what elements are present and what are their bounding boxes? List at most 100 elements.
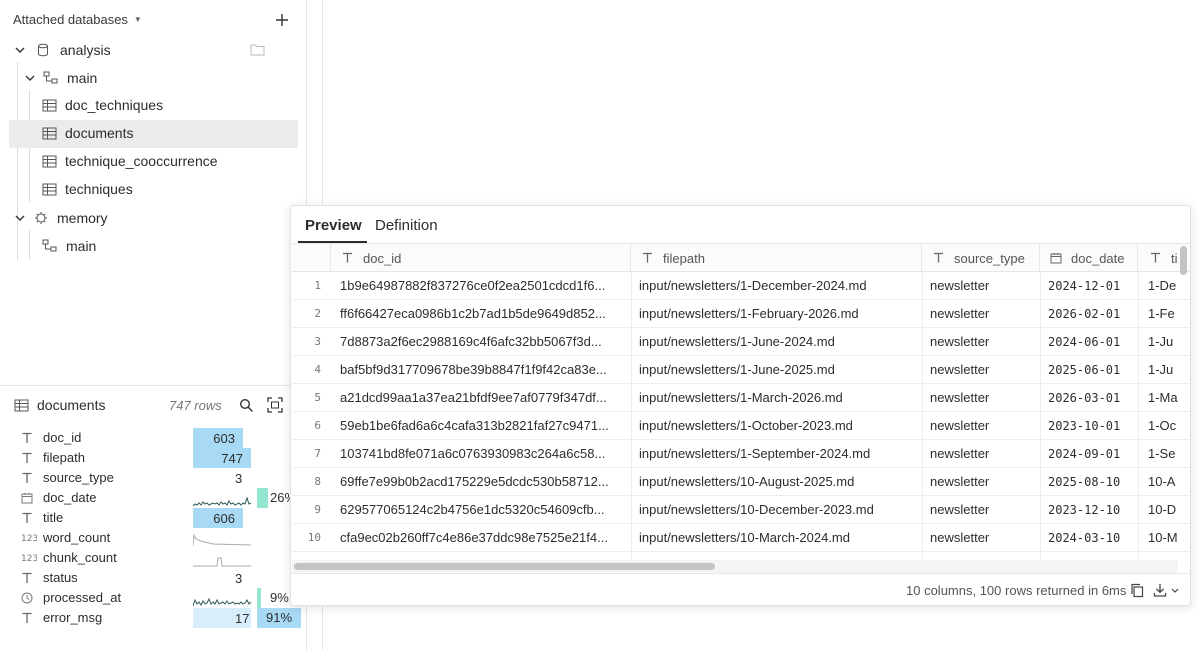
tree-item-analysis[interactable]: analysis	[14, 37, 294, 63]
column-header-filepath[interactable]: filepath	[631, 244, 922, 272]
chevron-down-icon	[15, 47, 25, 53]
table-cell[interactable]: 2023-12-10	[1048, 496, 1138, 524]
summary-column-row[interactable]: processed_at 9%	[21, 588, 311, 608]
tree-item-techniques[interactable]: techniques	[42, 176, 133, 202]
tab-definition[interactable]: Definition	[375, 217, 438, 234]
tree-item-doc-techniques[interactable]: doc_techniques	[42, 92, 163, 118]
summary-column-row[interactable]: 123 chunk_count	[21, 548, 311, 568]
horizontal-scrollbar-thumb[interactable]	[294, 563, 715, 570]
table-row[interactable]: 9 629577065124c2b4756e1dc5320c54609cfb...…	[292, 496, 1190, 524]
summary-column-row[interactable]: doc_date 26%	[21, 488, 311, 508]
table-cell[interactable]: 1-De	[1148, 272, 1188, 300]
attached-databases-header[interactable]: Attached databases ▼	[13, 12, 142, 27]
table-cell[interactable]: baf5bf9d317709678be39b8847f1f9f42ca83e..…	[340, 356, 630, 384]
tree-item-main[interactable]: main	[24, 65, 97, 91]
table-cell[interactable]: newsletter	[930, 440, 1040, 468]
table-cell[interactable]: 69ffe7e99b0b2acd175229e5dcdc530b58712...	[340, 468, 630, 496]
table-cell[interactable]: newsletter	[930, 328, 1040, 356]
table-cell[interactable]: 2024-06-01	[1048, 328, 1138, 356]
table-cell[interactable]: 2025-06-01	[1048, 356, 1138, 384]
table-cell[interactable]: 2024-03-10	[1048, 524, 1138, 552]
table-cell[interactable]: 2024-09-01	[1048, 440, 1138, 468]
distribution-sparkline	[193, 533, 251, 547]
table-cell[interactable]: input/newsletters/10-August-2025.md	[639, 468, 924, 496]
download-icon[interactable]	[1153, 583, 1179, 598]
summary-column-row[interactable]: source_type 3	[21, 468, 311, 488]
table-row[interactable]: 1 1b9e64987882f837276ce0f2ea2501cdcd1f6..…	[292, 272, 1190, 300]
table-cell[interactable]: newsletter	[930, 412, 1040, 440]
focus-view-icon[interactable]	[267, 397, 283, 413]
table-cell[interactable]: 2024-12-01	[1048, 272, 1138, 300]
table-row[interactable]: 2 ff6f66427eca0986b1c2b7ad1b5de9649d852..…	[292, 300, 1190, 328]
table-cell[interactable]: 10-A	[1148, 468, 1188, 496]
search-icon[interactable]	[239, 398, 254, 413]
svg-text:123: 123	[21, 534, 37, 542]
table-cell[interactable]: input/newsletters/10-December-2023.md	[639, 496, 924, 524]
table-cell[interactable]: newsletter	[930, 356, 1040, 384]
tree-item-memory-main[interactable]: main	[42, 233, 96, 259]
table-row[interactable]: 3 7d8873a2f6ec2988169c4f6afc32bb5067f3d..…	[292, 328, 1190, 356]
table-cell[interactable]: 2025-08-10	[1048, 468, 1138, 496]
table-cell[interactable]: 2023-10-01	[1048, 412, 1138, 440]
summary-column-row[interactable]: 123 word_count	[21, 528, 311, 548]
table-row[interactable]: 4 baf5bf9d317709678be39b8847f1f9f42ca83e.…	[292, 356, 1190, 384]
summary-column-row[interactable]: error_msg 17 91%	[21, 608, 311, 628]
table-cell[interactable]: 2026-02-01	[1048, 300, 1138, 328]
vertical-scrollbar-thumb[interactable]	[1180, 246, 1187, 275]
table-cell[interactable]: 1-Oc	[1148, 412, 1188, 440]
tree-item-technique-cooccurrence[interactable]: technique_cooccurrence	[42, 148, 218, 174]
left-panel: Attached databases ▼ analysis main doc_t…	[0, 0, 307, 650]
table-cell[interactable]: newsletter	[930, 524, 1040, 552]
table-cell[interactable]: cfa9ec02b260ff7c4e86e37ddc98e7525e21f4..…	[340, 524, 630, 552]
table-cell[interactable]: input/newsletters/1-June-2024.md	[639, 328, 924, 356]
table-cell[interactable]: input/newsletters/1-October-2023.md	[639, 412, 924, 440]
table-cell[interactable]: 2026-03-01	[1048, 384, 1138, 412]
table-cell[interactable]: 59eb1be6fad6a6c4cafa313b2821faf27c9471..…	[340, 412, 630, 440]
text-type-icon	[643, 252, 652, 263]
table-cell[interactable]: input/newsletters/1-February-2026.md	[639, 300, 924, 328]
column-header-source-type[interactable]: source_type	[922, 244, 1040, 272]
tree-item-documents[interactable]: documents	[42, 120, 133, 146]
table-cell[interactable]: newsletter	[930, 272, 1040, 300]
table-cell[interactable]: 7d8873a2f6ec2988169c4f6afc32bb5067f3d...	[340, 328, 630, 356]
table-cell[interactable]: 1-Ma	[1148, 384, 1188, 412]
table-row[interactable]: 7 103741bd8fe071a6c0763930983c264a6c58...…	[292, 440, 1190, 468]
table-cell[interactable]: 1-Ju	[1148, 356, 1188, 384]
tree-item-label: main	[66, 238, 97, 254]
table-cell[interactable]: 1-Fe	[1148, 300, 1188, 328]
table-cell[interactable]: 629577065124c2b4756e1dc5320c54609cfb...	[340, 496, 630, 524]
table-row[interactable]: 8 69ffe7e99b0b2acd175229e5dcdc530b58712..…	[292, 468, 1190, 496]
column-header-doc-id[interactable]: doc_id	[331, 244, 631, 272]
summary-column-row[interactable]: filepath 747	[21, 448, 311, 468]
table-cell[interactable]: input/newsletters/1-March-2026.md	[639, 384, 924, 412]
table-cell[interactable]: a21dcd99aa1a37ea21bfdf9ee7af0779f347df..…	[340, 384, 630, 412]
table-cell[interactable]: input/newsletters/1-September-2024.md	[639, 440, 924, 468]
table-cell[interactable]: ff6f66427eca0986b1c2b7ad1b5de9649d852...	[340, 300, 630, 328]
table-cell[interactable]: 1-Se	[1148, 440, 1188, 468]
tree-item-memory[interactable]: memory	[14, 205, 108, 231]
summary-column-row[interactable]: doc_id 603	[21, 428, 311, 448]
table-row[interactable]: 6 59eb1be6fad6a6c4cafa313b2821faf27c9471.…	[292, 412, 1190, 440]
add-database-button[interactable]	[274, 12, 290, 28]
table-cell[interactable]: newsletter	[930, 300, 1040, 328]
table-cell[interactable]: 1-Ju	[1148, 328, 1188, 356]
summary-column-row[interactable]: status 3	[21, 568, 311, 588]
table-cell[interactable]: 1b9e64987882f837276ce0f2ea2501cdcd1f6...	[340, 272, 630, 300]
table-cell[interactable]: 10-M	[1148, 524, 1188, 552]
table-cell[interactable]: newsletter	[930, 496, 1040, 524]
table-cell[interactable]: input/newsletters/1-December-2024.md	[639, 272, 924, 300]
table-cell[interactable]: input/newsletters/1-June-2025.md	[639, 356, 924, 384]
tab-preview[interactable]: Preview	[305, 217, 362, 234]
row-number: 6	[314, 419, 321, 432]
table-row[interactable]: 5 a21dcd99aa1a37ea21bfdf9ee7af0779f347df.…	[292, 384, 1190, 412]
table-cell[interactable]: newsletter	[930, 384, 1040, 412]
text-icon	[21, 432, 35, 444]
table-cell[interactable]: newsletter	[930, 468, 1040, 496]
copy-icon[interactable]	[1130, 583, 1144, 598]
column-header-doc-date[interactable]: doc_date	[1040, 244, 1138, 272]
table-row[interactable]: 10 cfa9ec02b260ff7c4e86e37ddc98e7525e21f4…	[292, 524, 1190, 552]
summary-column-row[interactable]: title 606	[21, 508, 311, 528]
table-cell[interactable]: 10-D	[1148, 496, 1188, 524]
table-cell[interactable]: 103741bd8fe071a6c0763930983c264a6c58...	[340, 440, 630, 468]
table-cell[interactable]: input/newsletters/10-March-2024.md	[639, 524, 924, 552]
